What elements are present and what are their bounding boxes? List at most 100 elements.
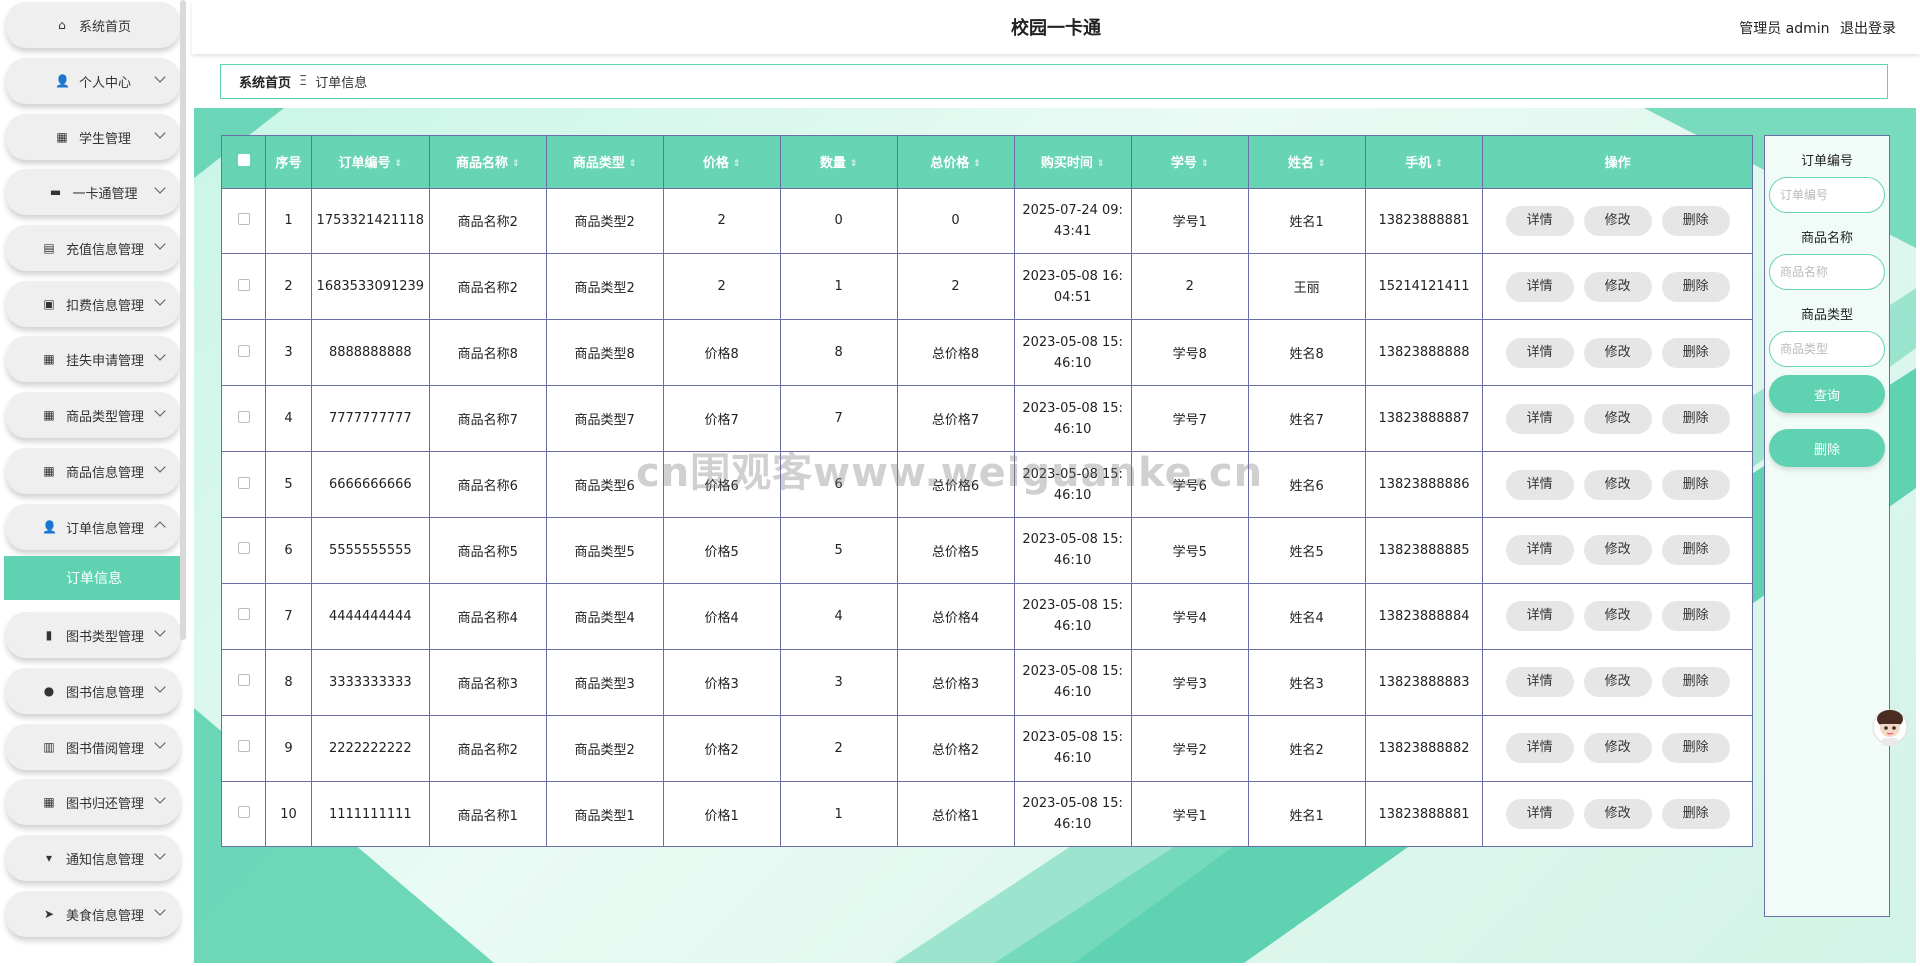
detail-button[interactable]: 详情 <box>1505 403 1574 434</box>
detail-button[interactable]: 详情 <box>1505 667 1574 698</box>
column-header[interactable]: 总价格 ⇕ <box>897 136 1015 188</box>
delete-button[interactable]: 删除 <box>1661 337 1730 368</box>
edit-button[interactable]: 修改 <box>1583 601 1652 632</box>
edit-button[interactable]: 修改 <box>1583 535 1652 566</box>
detail-button[interactable]: 详情 <box>1505 733 1574 764</box>
edit-button[interactable]: 修改 <box>1583 337 1652 368</box>
column-header[interactable]: 姓名 ⇕ <box>1248 136 1366 188</box>
submenu-item-order-info[interactable]: 订单信息 <box>4 556 184 600</box>
row-checkbox[interactable] <box>237 674 250 687</box>
column-header[interactable]: 价格 ⇕ <box>663 136 781 188</box>
product-name-input[interactable] <box>1769 254 1885 290</box>
table-cell: 13823888882 <box>1365 714 1484 782</box>
detail-button[interactable]: 详情 <box>1505 799 1574 830</box>
row-checkbox[interactable] <box>237 608 250 621</box>
sort-icon[interactable]: ⇕ <box>629 159 637 169</box>
sort-icon[interactable]: ⇕ <box>850 159 858 169</box>
sidebar-item-2[interactable]: ▦ 学生管理 <box>6 114 180 160</box>
product-type-input[interactable] <box>1769 331 1885 367</box>
sidebar-item-15[interactable]: ➤ 美食信息管理 <box>6 891 180 937</box>
delete-button[interactable]: 删除 <box>1661 403 1730 434</box>
sidebar-scrollbar[interactable] <box>180 0 186 640</box>
assistant-avatar[interactable] <box>1870 705 1910 749</box>
select-all-checkbox[interactable] <box>237 153 250 166</box>
row-checkbox[interactable] <box>237 542 250 555</box>
edit-button[interactable]: 修改 <box>1583 403 1652 434</box>
edit-button[interactable]: 修改 <box>1583 469 1652 500</box>
sort-icon[interactable]: ⇕ <box>395 159 403 169</box>
sort-icon[interactable]: ⇕ <box>1435 159 1443 169</box>
delete-button[interactable]: 删除 <box>1661 799 1730 830</box>
sidebar-item-label: 图书借阅管理 <box>65 741 144 757</box>
breadcrumb-home[interactable]: 系统首页 <box>239 72 291 91</box>
sidebar-item-13[interactable]: ▦ 图书归还管理 <box>6 779 180 825</box>
detail-button[interactable]: 详情 <box>1505 601 1574 632</box>
delete-button[interactable]: 删除 <box>1661 601 1730 632</box>
detail-button[interactable]: 详情 <box>1505 271 1574 302</box>
column-header[interactable]: 手机 ⇕ <box>1365 136 1484 188</box>
delete-button[interactable]: 删除 <box>1661 535 1730 566</box>
sort-icon[interactable]: ⇕ <box>1097 159 1105 169</box>
edit-button[interactable]: 修改 <box>1583 799 1652 830</box>
row-select-cell <box>222 780 267 847</box>
purchase-time-date: 2023-05-08 15: <box>1022 796 1123 812</box>
table-cell: 商品类型8 <box>546 319 664 386</box>
delete-button[interactable]: 删除 <box>1661 205 1730 236</box>
sidebar-item-3[interactable]: ▬ 一卡通管理 <box>6 169 180 215</box>
delete-button[interactable]: 删除 <box>1661 271 1730 302</box>
edit-button[interactable]: 修改 <box>1583 205 1652 236</box>
sidebar-item-8[interactable]: ▦ 商品信息管理 <box>6 448 180 494</box>
sidebar-item-5[interactable]: ▣ 扣费信息管理 <box>6 281 180 327</box>
sidebar-item-11[interactable]: ● 图书信息管理 <box>6 668 180 714</box>
sort-icon[interactable]: ⇕ <box>973 159 981 169</box>
edit-button[interactable]: 修改 <box>1583 733 1652 764</box>
column-header[interactable]: 商品类型 ⇕ <box>546 136 664 188</box>
sidebar-item-14[interactable]: ▾ 通知信息管理 <box>6 835 180 881</box>
sidebar-item-9[interactable]: 👤 订单信息管理 <box>6 504 180 550</box>
sort-icon[interactable]: ⇕ <box>1201 159 1209 169</box>
order-no-input[interactable] <box>1769 177 1885 213</box>
sidebar-item-7[interactable]: ▦ 商品类型管理 <box>6 392 180 438</box>
column-header[interactable]: 购买时间 ⇕ <box>1014 136 1132 188</box>
table-cell: 价格3 <box>663 648 781 716</box>
row-checkbox[interactable] <box>237 212 250 225</box>
column-header[interactable]: 数量 ⇕ <box>780 136 898 188</box>
delete-button[interactable]: 删除 <box>1661 469 1730 500</box>
delete-button[interactable]: 删除 <box>1661 667 1730 698</box>
sidebar-item-4[interactable]: ▤ 充值信息管理 <box>6 225 180 271</box>
table-cell: 3 <box>780 648 898 716</box>
sort-icon[interactable]: ⇕ <box>512 159 520 169</box>
row-checkbox[interactable] <box>237 806 250 819</box>
sidebar-item-0[interactable]: ⌂ 系统首页 <box>6 2 180 48</box>
delete-button[interactable]: 删除 <box>1661 733 1730 764</box>
sidebar-item-12[interactable]: ▥ 图书借阅管理 <box>6 724 180 770</box>
query-button[interactable]: 查询 <box>1769 375 1885 413</box>
logout-link[interactable]: 退出登录 <box>1840 21 1896 37</box>
row-checkbox[interactable] <box>237 476 250 489</box>
sidebar-item-10[interactable]: ▮ 图书类型管理 <box>6 612 180 658</box>
column-header[interactable]: 学号 ⇕ <box>1131 136 1249 188</box>
sidebar-item-1[interactable]: 👤 个人中心 <box>6 58 180 104</box>
row-checkbox[interactable] <box>237 410 250 423</box>
avatar-icon <box>1872 709 1908 746</box>
edit-button[interactable]: 修改 <box>1583 667 1652 698</box>
batch-delete-button[interactable]: 删除 <box>1769 429 1885 467</box>
edit-button[interactable]: 修改 <box>1583 271 1652 302</box>
detail-button[interactable]: 详情 <box>1505 535 1574 566</box>
row-checkbox[interactable] <box>237 278 250 291</box>
row-checkbox[interactable] <box>237 344 250 357</box>
detail-button[interactable]: 详情 <box>1505 205 1574 236</box>
table-cell: 商品类型2 <box>546 714 664 782</box>
table-header-row: 序号 订单编号 ⇕ 商品名称 ⇕ 商品类型 ⇕ 价格 ⇕ 数量 ⇕ 总价格 ⇕ 购买时间 ⇕ 学号 ⇕ 姓名 ⇕ 手机… <box>222 136 1752 188</box>
table-cell: 姓名4 <box>1248 582 1366 650</box>
purchase-time-clock: 46:10 <box>1053 553 1092 569</box>
column-header[interactable]: 商品名称 ⇕ <box>429 136 547 188</box>
sidebar-item-6[interactable]: ▦ 挂失申请管理 <box>6 336 180 382</box>
sort-icon[interactable]: ⇕ <box>1318 159 1326 169</box>
detail-button[interactable]: 详情 <box>1505 469 1574 500</box>
row-checkbox[interactable] <box>237 740 250 753</box>
column-header[interactable]: 订单编号 ⇕ <box>311 136 430 188</box>
sort-icon[interactable]: ⇕ <box>733 159 741 169</box>
detail-button[interactable]: 详情 <box>1505 337 1574 368</box>
breadcrumb-current: 订单信息 <box>315 76 368 91</box>
